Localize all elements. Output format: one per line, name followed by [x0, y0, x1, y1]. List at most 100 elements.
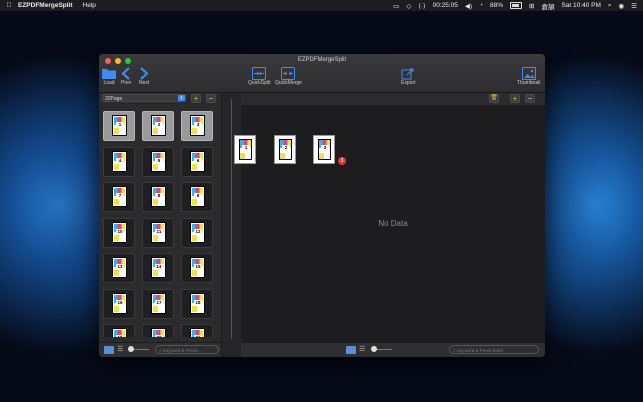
page-preview: 17	[151, 292, 166, 314]
panel-splitter[interactable]	[221, 93, 242, 357]
quickmerge-button[interactable]: QuickMerge	[275, 66, 302, 86]
page-number: 15	[194, 264, 202, 270]
page-thumbnail-cell[interactable]: 17	[142, 288, 174, 319]
add-page-button[interactable]: +	[191, 94, 201, 103]
minus-icon: −	[208, 94, 214, 103]
page-thumbnail-cell[interactable]: 11	[142, 217, 174, 248]
page-thumbnail-cell[interactable]: 7	[103, 182, 135, 212]
page-count-value: 32Page	[105, 96, 123, 102]
prev-button[interactable]: Prev	[121, 66, 131, 86]
page-thumbnail-cell[interactable]: 2	[142, 111, 174, 141]
thumbnail-grid: 123456789101112131415161718192021	[103, 111, 221, 337]
volume-icon[interactable]: ◀)	[465, 2, 472, 10]
page-thumbnail-cell[interactable]: 8	[142, 182, 174, 212]
page-number: 6	[194, 157, 202, 164]
page-thumbnail-cell[interactable]: 14	[142, 253, 174, 283]
page-thumbnail-cell[interactable]: 18	[181, 288, 213, 319]
left-bottom-bar: ☰ ⌕ Keyword & Press...	[99, 342, 221, 357]
page-preview: 18	[190, 292, 205, 314]
page-thumbnail-cell[interactable]: 3	[181, 111, 213, 141]
left-search-placeholder: Keyword & Press...	[162, 348, 202, 353]
dragged-page-thumbnail[interactable]: 2	[274, 135, 296, 164]
page-preview: 21	[190, 328, 205, 337]
export-button[interactable]: Export	[401, 66, 415, 86]
wifi-icon[interactable]: ◔	[479, 2, 483, 9]
input-method-label[interactable]: 倉頡	[541, 1, 554, 11]
page-thumbnail-cell[interactable]: 13	[103, 253, 135, 283]
page-count-select[interactable]: 32Page ⇕	[102, 94, 186, 102]
page-thumbnail-cell[interactable]: 12	[181, 217, 213, 248]
spotlight-icon[interactable]: ⌕	[608, 2, 612, 10]
trash-button[interactable]: 🗑	[489, 94, 499, 103]
page-thumbnail-cell[interactable]: 6	[181, 146, 213, 177]
image-icon	[521, 66, 536, 80]
battery-text[interactable]: 88%	[490, 2, 503, 9]
dragged-page-thumbnail[interactable]: 1	[234, 135, 256, 164]
page-thumbnail-cell[interactable]: 21	[181, 324, 213, 337]
export-label: Export	[401, 80, 416, 86]
remove-page-button[interactable]: −	[206, 94, 216, 103]
title-bar: EZPDFMergeSplit Load Prev Next QuickSpli…	[99, 54, 545, 93]
page-preview: 16	[112, 292, 127, 314]
airplay-icon[interactable]: ▭	[393, 2, 399, 10]
merge-add-button[interactable]: +	[510, 94, 520, 103]
dragged-page-thumbnail[interactable]: 3	[313, 135, 335, 164]
list-view-icon[interactable]: ☰	[117, 345, 123, 353]
page-thumbnail-cell[interactable]: 5	[142, 146, 174, 177]
page-thumbnail-cell[interactable]: 20	[142, 324, 174, 337]
page-preview: 3	[190, 115, 205, 136]
page-number: 9	[194, 193, 202, 199]
notification-center-icon[interactable]: ☰	[631, 2, 637, 10]
timer-icon[interactable]: ⟨·⟩	[418, 2, 425, 10]
merge-remove-button[interactable]: −	[525, 94, 535, 103]
timer-text[interactable]: 00:25:05	[433, 2, 458, 9]
next-button[interactable]: Next	[139, 66, 149, 86]
merge-panel: 🗑 + − 1 2 3 3 No Data ☰ ⌕ Keyword & Pres…	[234, 93, 545, 357]
page-thumbnail-cell[interactable]: 16	[103, 288, 135, 319]
menu-bar:  EZPDFMergeSplit Help ▭ ◇ ⟨·⟩ 00:25:05 …	[0, 0, 643, 11]
input-method-icon[interactable]: ⊞	[529, 2, 534, 10]
splitter-line	[231, 99, 232, 339]
page-thumbnail-cell[interactable]: 19	[103, 324, 135, 337]
page-number: 3	[194, 122, 202, 128]
page-thumbnail-cell[interactable]: 4	[103, 146, 135, 177]
grid-view-icon[interactable]	[346, 346, 356, 354]
cast-icon[interactable]: ◇	[406, 2, 411, 10]
quickmerge-label: QuickMerge	[275, 80, 302, 86]
menu-help[interactable]: Help	[83, 2, 96, 9]
menu-app-name[interactable]: EZPDFMergeSplit	[18, 2, 73, 9]
grid-view-icon[interactable]	[104, 346, 114, 354]
load-button[interactable]: Load	[102, 66, 116, 86]
trash-icon: 🗑	[490, 95, 498, 101]
datetime[interactable]: Sat 10:40 PM	[561, 2, 600, 9]
thumbnail-label: Thumbnail	[517, 80, 541, 86]
page-thumbnail-cell[interactable]: 9	[181, 182, 213, 212]
quicksplit-button[interactable]: QuickSplit	[248, 66, 271, 86]
thumbnail-button[interactable]: Thumbnail	[517, 66, 540, 86]
chevron-right-icon	[139, 66, 149, 80]
user-icon[interactable]: ◉	[619, 2, 625, 10]
app-window: EZPDFMergeSplit Load Prev Next QuickSpli…	[99, 54, 545, 357]
battery-icon[interactable]	[510, 2, 523, 9]
page-number: 5	[155, 157, 163, 164]
page-thumbnail-cell[interactable]: 15	[181, 253, 213, 283]
page-preview: 6	[190, 150, 205, 172]
left-search-input[interactable]: ⌕ Keyword & Press...	[155, 345, 219, 354]
page-number: 14	[155, 264, 163, 270]
page-thumbnail-cell[interactable]: 10	[103, 217, 135, 248]
right-search-input[interactable]: ⌕ Keyword & Press Enter	[449, 345, 539, 354]
page-preview: 3	[318, 139, 331, 160]
page-number: 17	[155, 299, 163, 306]
page-thumbnail-cell[interactable]: 1	[103, 111, 135, 141]
page-number: 21	[194, 335, 202, 337]
select-arrows-icon: ⇕	[178, 95, 185, 101]
minus-icon: −	[527, 94, 533, 103]
page-number: 1	[116, 122, 124, 128]
zoom-slider-knob[interactable]	[128, 346, 134, 352]
page-preview: 11	[151, 221, 166, 243]
zoom-slider-knob[interactable]	[371, 346, 377, 352]
list-view-icon[interactable]: ☰	[359, 345, 365, 353]
apple-menu-icon[interactable]: 	[0, 2, 18, 9]
right-search-placeholder: Keyword & Press Enter	[456, 348, 504, 353]
page-preview: 5	[151, 150, 166, 172]
